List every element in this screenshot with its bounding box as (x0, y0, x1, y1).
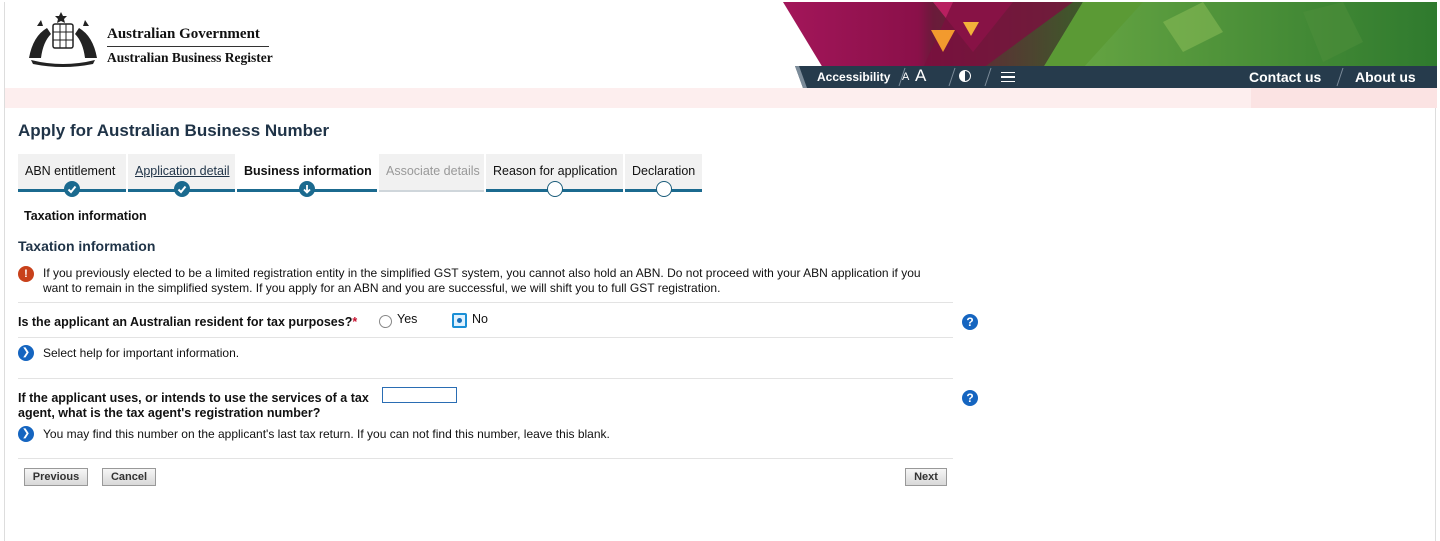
header-divider (107, 46, 269, 47)
sub-step-label: Taxation information (24, 209, 147, 223)
step-pending-icon (655, 181, 672, 197)
arrow-down-icon (299, 181, 315, 197)
accessibility-link[interactable]: Accessibility (817, 66, 890, 88)
check-icon (173, 181, 190, 197)
agency-name: Australian Business Register (107, 50, 273, 65)
required-marker: * (352, 315, 358, 329)
tax-agent-help-text: You may find this number on the applican… (43, 427, 610, 441)
decorative-banner (783, 2, 1437, 68)
step-label: Business information (244, 164, 372, 178)
cancel-button[interactable]: Cancel (102, 468, 156, 486)
tax-agent-number-input[interactable] (382, 387, 457, 403)
step-abn-entitlement[interactable]: ABN entitlement (18, 154, 126, 197)
resident-yes-radio[interactable] (379, 315, 392, 328)
page-title: Apply for Australian Business Number (18, 121, 330, 140)
divider (18, 458, 953, 459)
step-label[interactable]: Application detail (135, 164, 230, 178)
resident-help-text: Select help for important information. (43, 346, 240, 360)
step-declaration[interactable]: Declaration (625, 154, 702, 197)
divider (18, 337, 953, 338)
step-label: Associate details (386, 164, 480, 178)
step-label: Reason for application (493, 164, 618, 178)
page-frame: Australian Government Australian Busines… (4, 2, 1437, 541)
divider (18, 302, 953, 303)
government-name: Australian Government (107, 26, 260, 42)
contact-us-link[interactable]: Contact us (1249, 66, 1321, 88)
resident-no-radio[interactable] (452, 313, 467, 328)
warning-icon: ! (18, 266, 34, 282)
step-reason-for-application[interactable]: Reason for application (486, 154, 623, 197)
tax-agent-question-label: If the applicant uses, or intends to use… (18, 391, 369, 420)
resident-yes-label[interactable]: Yes (397, 312, 417, 326)
step-business-information[interactable]: Business information (237, 154, 377, 197)
section-title: Taxation information (18, 238, 156, 254)
nav-separators (898, 67, 992, 87)
resident-no-label[interactable]: No (472, 312, 488, 326)
help-icon[interactable]: ? (962, 390, 978, 406)
warning-message: If you previously elected to be a limite… (43, 266, 921, 295)
step-label: ABN entitlement (25, 164, 116, 178)
header-band (5, 88, 1437, 108)
step-associate-details: Associate details (379, 154, 484, 192)
divider (18, 378, 953, 379)
next-button[interactable]: Next (905, 468, 947, 486)
step-application-detail[interactable]: Application detail (128, 154, 235, 197)
chevron-right-icon: ❯ (18, 345, 34, 361)
site-header: Australian Government Australian Busines… (5, 2, 1437, 88)
resident-question-label: Is the applicant an Australian resident … (18, 315, 358, 329)
progress-steps: ABN entitlement Application detail Busin… (18, 154, 704, 197)
about-us-link[interactable]: About us (1355, 66, 1416, 88)
check-icon (64, 181, 80, 197)
help-icon[interactable]: ? (962, 314, 978, 330)
nav-separator-about (1336, 67, 1344, 87)
step-label: Declaration (632, 164, 696, 178)
chevron-right-icon: ❯ (18, 426, 34, 442)
step-pending-icon (546, 181, 563, 197)
previous-button[interactable]: Previous (24, 468, 88, 486)
coat-of-arms-logo[interactable] (23, 10, 103, 70)
